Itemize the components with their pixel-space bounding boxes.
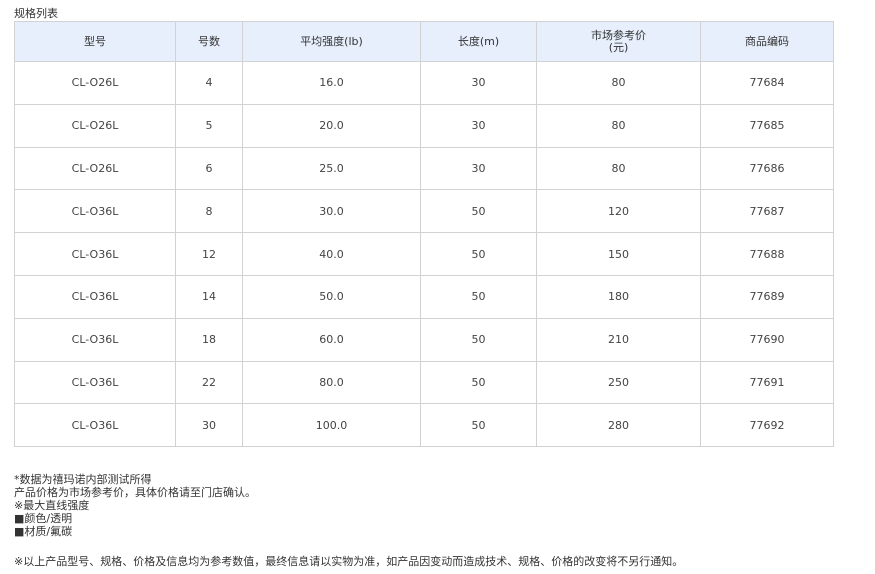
cell-avg-strength: 50.0 [242, 274, 421, 319]
table-row: CL-O36L 8 30.0 50 120 77687 [14, 189, 834, 234]
header-avg-strength: 平均强度(lb) [242, 21, 421, 62]
table-header-row: 型号 号数 平均强度(lb) 长度(m) 市场参考价 (元) 商品编码 [14, 21, 834, 62]
cell-model: CL-O36L [14, 317, 176, 362]
cell-reference-price: 80 [536, 61, 701, 105]
cell-size-number: 18 [175, 317, 243, 362]
table-row: CL-O36L 12 40.0 50 150 77688 [14, 232, 834, 276]
cell-length: 50 [420, 232, 537, 276]
cell-model: CL-O26L [14, 146, 176, 191]
cell-size-number: 6 [175, 146, 243, 191]
cell-product-code: 77690 [700, 317, 834, 362]
note-price-reference: 产品价格为市场参考价，具体价格请至门店确认。 [14, 486, 256, 499]
cell-avg-strength: 80.0 [242, 360, 421, 405]
note-test-source: *数据为禧玛诺内部测试所得 [14, 473, 152, 486]
cell-product-code: 77692 [700, 403, 834, 448]
table-row: CL-O36L 22 80.0 50 250 77691 [14, 360, 834, 405]
cell-product-code: 77686 [700, 146, 834, 191]
note-material: ■材质/氟碳 [14, 525, 73, 538]
header-product-code: 商品编码 [700, 21, 834, 62]
cell-product-code: 77691 [700, 360, 834, 405]
header-reference-price: 市场参考价 (元) [536, 21, 701, 62]
table-row: CL-O36L 14 50.0 50 180 77689 [14, 274, 834, 319]
section-title: 规格列表 [14, 7, 58, 20]
cell-avg-strength: 20.0 [242, 103, 421, 148]
cell-avg-strength: 30.0 [242, 189, 421, 234]
cell-avg-strength: 25.0 [242, 146, 421, 191]
header-size-number: 号数 [175, 21, 243, 62]
cell-avg-strength: 60.0 [242, 317, 421, 362]
cell-model: CL-O36L [14, 274, 176, 319]
cell-size-number: 14 [175, 274, 243, 319]
spec-table: 型号 号数 平均强度(lb) 长度(m) 市场参考价 (元) 商品编码 CL-O… [14, 21, 834, 448]
cell-reference-price: 280 [536, 403, 701, 448]
cell-model: CL-O26L [14, 61, 176, 105]
cell-reference-price: 180 [536, 274, 701, 319]
cell-reference-price: 80 [536, 146, 701, 191]
cell-product-code: 77689 [700, 274, 834, 319]
cell-avg-strength: 100.0 [242, 403, 421, 448]
table-row: CL-O26L 6 25.0 30 80 77686 [14, 146, 834, 191]
cell-product-code: 77687 [700, 189, 834, 234]
cell-reference-price: 250 [536, 360, 701, 405]
cell-model: CL-O26L [14, 103, 176, 148]
cell-model: CL-O36L [14, 360, 176, 405]
cell-model: CL-O36L [14, 403, 176, 448]
table-row: CL-O36L 30 100.0 50 280 77692 [14, 403, 834, 448]
note-color: ■颜色/透明 [14, 512, 73, 525]
cell-avg-strength: 16.0 [242, 61, 421, 105]
cell-length: 30 [420, 61, 537, 105]
cell-length: 50 [420, 274, 537, 319]
cell-reference-price: 150 [536, 232, 701, 276]
table-row: CL-O26L 4 16.0 30 80 77684 [14, 61, 834, 105]
cell-size-number: 5 [175, 103, 243, 148]
cell-size-number: 4 [175, 61, 243, 105]
header-model: 型号 [14, 21, 176, 62]
cell-length: 50 [420, 189, 537, 234]
cell-product-code: 77684 [700, 61, 834, 105]
notes-block: *数据为禧玛诺内部测试所得 产品价格为市场参考价，具体价格请至门店确认。 ※最大… [14, 473, 256, 538]
cell-length: 50 [420, 403, 537, 448]
cell-reference-price: 80 [536, 103, 701, 148]
table-row: CL-O26L 5 20.0 30 80 77685 [14, 103, 834, 148]
cell-size-number: 22 [175, 360, 243, 405]
cell-reference-price: 210 [536, 317, 701, 362]
header-length: 长度(m) [420, 21, 537, 62]
cell-length: 50 [420, 317, 537, 362]
disclaimer: ※以上产品型号、规格、价格及信息均为参考数值，最终信息请以实物为准，如产品因变动… [14, 555, 684, 568]
cell-model: CL-O36L [14, 189, 176, 234]
cell-product-code: 77688 [700, 232, 834, 276]
cell-size-number: 30 [175, 403, 243, 448]
cell-size-number: 12 [175, 232, 243, 276]
note-max-strength: ※最大直线强度 [14, 499, 90, 512]
cell-length: 50 [420, 360, 537, 405]
cell-model: CL-O36L [14, 232, 176, 276]
table-row: CL-O36L 18 60.0 50 210 77690 [14, 317, 834, 362]
cell-reference-price: 120 [536, 189, 701, 234]
cell-avg-strength: 40.0 [242, 232, 421, 276]
cell-length: 30 [420, 146, 537, 191]
cell-size-number: 8 [175, 189, 243, 234]
cell-product-code: 77685 [700, 103, 834, 148]
cell-length: 30 [420, 103, 537, 148]
